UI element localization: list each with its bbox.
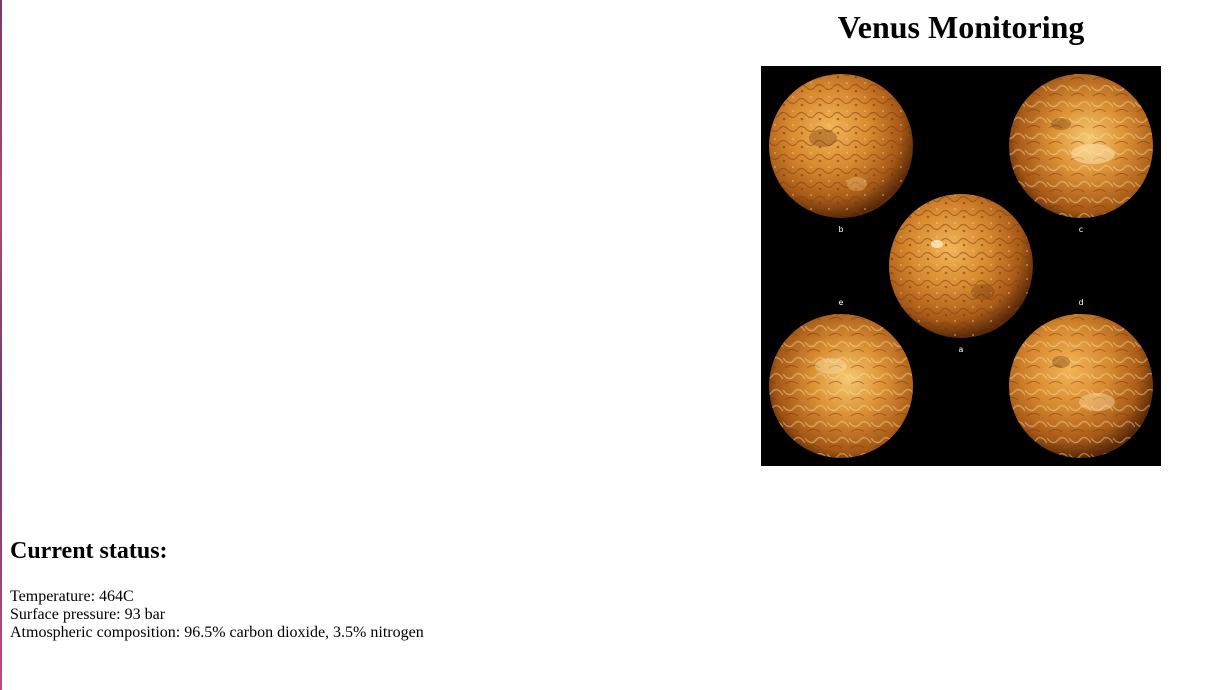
planet-c (1009, 74, 1153, 218)
panel-label-d: d (1078, 298, 1083, 307)
pressure-readout: Surface pressure: 93 bar (10, 606, 166, 623)
panel-label-e: e (839, 298, 844, 307)
status-section: Current status: Temperature: 464C Surfac… (10, 536, 424, 642)
panel-label-c: c (1079, 225, 1083, 234)
status-heading: Current status: (10, 538, 168, 564)
page-title: Venus Monitoring (837, 9, 1085, 45)
planet-d (1009, 314, 1153, 458)
planet-a (889, 194, 1033, 338)
venus-mosaic-svg: b c a e d (769, 74, 1153, 458)
planet-b (769, 74, 913, 218)
venus-mosaic-image: b c a e d (761, 66, 1161, 466)
planet-e (769, 314, 913, 458)
panel-label-a: a (959, 345, 964, 354)
composition-readout: Atmospheric composition: 96.5% carbon di… (10, 624, 424, 641)
window-edge (0, 0, 2, 690)
temperature-readout: Temperature: 464C (10, 588, 134, 605)
panel-label-b: b (838, 225, 843, 234)
